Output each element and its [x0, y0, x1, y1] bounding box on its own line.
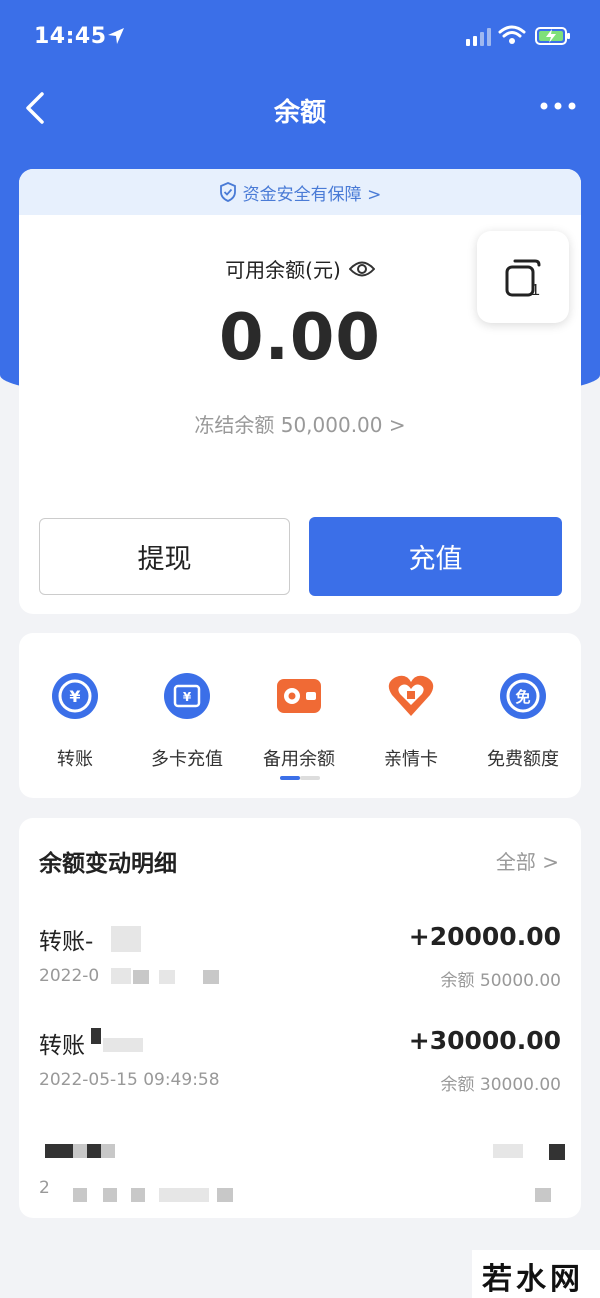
- frozen-balance-link[interactable]: 冻结余额 50,000.00 >: [19, 409, 581, 438]
- signal-icon: [466, 28, 491, 46]
- floating-window-icon: 1: [505, 259, 541, 299]
- svg-text:¥: ¥: [69, 687, 80, 706]
- redaction-mosaic: [217, 1188, 233, 1202]
- history-row-name: 转账: [39, 1033, 85, 1059]
- history-row-balance: 余额 50000.00: [440, 971, 561, 991]
- status-bar: 14:45: [0, 0, 600, 76]
- recharge-button[interactable]: 充值: [309, 517, 562, 596]
- redaction-mosaic: [91, 1028, 101, 1044]
- redaction-mosaic: [159, 1188, 209, 1202]
- svg-text:免: 免: [515, 688, 530, 706]
- history-row-amount: +30000.00: [408, 1026, 561, 1055]
- svg-text:¥: ¥: [183, 690, 192, 704]
- battery-charging-icon: [535, 27, 570, 45]
- service-multi-card-recharge[interactable]: ¥ 多卡充值: [131, 671, 243, 771]
- service-label: 免费额度: [487, 749, 559, 770]
- history-row-date: 2022-0: [39, 966, 100, 986]
- redaction-mosaic: [111, 926, 141, 952]
- location-arrow-icon: [108, 28, 124, 44]
- redaction-mosaic: [103, 1038, 143, 1052]
- shield-check-icon: [219, 182, 236, 202]
- transfer-icon: ¥: [52, 673, 98, 719]
- service-label: 亲情卡: [384, 749, 438, 770]
- safety-banner-text: 资金安全有保障 >: [242, 184, 382, 205]
- more-options-icon[interactable]: [538, 98, 578, 114]
- service-family-card[interactable]: 亲情卡: [355, 671, 467, 771]
- safety-banner[interactable]: 资金安全有保障 >: [19, 169, 581, 215]
- history-row-name: 转账-: [39, 929, 94, 955]
- history-row-amount: +20000.00: [408, 922, 561, 951]
- redaction-mosaic: [203, 970, 219, 984]
- redaction-mosaic: [535, 1188, 551, 1202]
- page-title: 余额: [273, 98, 326, 128]
- service-reserve-balance[interactable]: 备用余额: [243, 671, 355, 771]
- wallet-card-icon: ¥: [164, 673, 210, 719]
- floating-window-button[interactable]: 1: [477, 231, 569, 323]
- redaction-mosaic: [101, 1144, 115, 1158]
- redaction-mosaic: [159, 970, 175, 984]
- page-indicator: [280, 776, 320, 780]
- history-title: 余额变动明细: [39, 851, 177, 877]
- reserve-wallet-icon: [277, 679, 321, 713]
- available-balance-label: 可用余额(元): [225, 258, 341, 282]
- wifi-icon: [498, 25, 526, 44]
- watermark-text: 若水网: [482, 1262, 584, 1297]
- history-row-date: 2: [39, 1178, 50, 1198]
- free-quota-icon: 免: [500, 673, 546, 719]
- service-label: 多卡充值: [151, 749, 223, 770]
- withdraw-button[interactable]: 提现: [39, 518, 290, 595]
- family-card-icon: [388, 675, 434, 716]
- redaction-mosaic: [549, 1144, 565, 1160]
- redaction-mosaic: [45, 1144, 73, 1158]
- watermark-logo: 若水网: [472, 1250, 600, 1298]
- redaction-mosaic: [131, 1188, 145, 1202]
- service-transfer[interactable]: ¥ 转账: [19, 671, 131, 771]
- redaction-mosaic: [87, 1144, 101, 1158]
- status-time: 14:45: [34, 24, 107, 49]
- balance-history-panel: 余额变动明细 全部 > 转账- +20000.00 2022-0 余额 5000…: [19, 818, 581, 1218]
- redaction-mosaic: [111, 968, 131, 984]
- navigation-bar: 余额: [0, 76, 600, 140]
- redaction-mosaic: [73, 1144, 87, 1158]
- history-row-date: 2022-05-15 09:49:58: [39, 1070, 220, 1090]
- redaction-mosaic: [133, 970, 149, 984]
- view-all-link[interactable]: 全部 >: [496, 846, 559, 875]
- history-row-balance: 余额 30000.00: [440, 1075, 561, 1095]
- redaction-mosaic: [73, 1188, 87, 1202]
- history-row[interactable]: 转账 +30000.00 2022-05-15 09:49:58 余额 3000…: [39, 1026, 561, 1096]
- eye-icon[interactable]: [348, 260, 375, 278]
- svg-text:1: 1: [531, 282, 540, 299]
- history-row[interactable]: 2: [39, 1134, 561, 1204]
- redaction-mosaic: [493, 1144, 523, 1158]
- service-label: 转账: [57, 749, 93, 770]
- service-free-quota[interactable]: 免 免费额度: [467, 671, 579, 771]
- service-label: 备用余额: [263, 749, 335, 770]
- services-panel: ¥ 转账 ¥ 多卡充值 备用余额 亲情卡 免 免费额度: [19, 633, 581, 798]
- redaction-mosaic: [103, 1188, 117, 1202]
